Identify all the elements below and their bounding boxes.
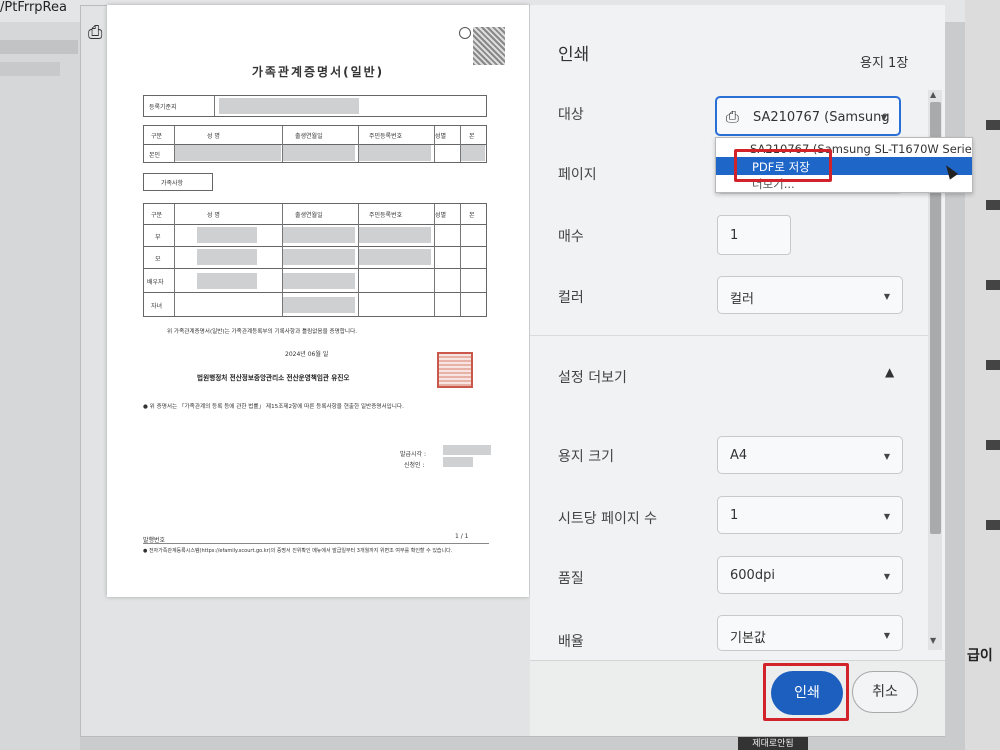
copies-input[interactable]: 1 (717, 215, 791, 255)
panel-title: 인쇄 (558, 45, 590, 65)
header-col-rrn: 주민등록번호 (369, 133, 403, 140)
scale-label: 배율 (558, 634, 584, 650)
header-col-sex: 성별 (435, 133, 447, 140)
header-col-type: 구분 (151, 133, 163, 140)
scroll-down-arrow-icon[interactable]: ▼ (930, 636, 936, 645)
pages-per-sheet-label: 시트당 페이지 수 (558, 511, 658, 527)
family-header-col-rrn: 주민등록번호 (369, 212, 403, 219)
family-header-col-sex: 성별 (435, 212, 447, 219)
family-header-col-name: 성 명 (207, 212, 220, 219)
cancel-button[interactable]: 취소 (852, 671, 918, 713)
section-divider (530, 335, 930, 336)
background-right-text: 급이 (967, 648, 993, 664)
family-row-child: 자녀 (151, 303, 163, 310)
family-header-col-origin: 본 (469, 212, 475, 219)
background-bottom-tag: 제대로안됨 (738, 736, 808, 750)
destination-label: 대상 (558, 107, 584, 123)
more-settings-toggle[interactable]: 설정 더보기 (558, 367, 627, 387)
issue-number-label: 발행번호 (143, 537, 166, 544)
legal-note: ● 위 증명서는 「가족관계의 등록 등에 관한 법률」 제15조제2항에 따른… (143, 404, 404, 410)
highlight-box-print (763, 663, 849, 721)
sheet-count: 용지 1장 (860, 56, 909, 71)
pages-per-sheet-select[interactable]: 1 ▼ (717, 496, 903, 534)
document-title: 가족관계증명서(일반) (251, 65, 385, 79)
scale-select[interactable]: 기본값 ▼ (717, 615, 903, 651)
highlight-box-save-pdf (734, 149, 832, 182)
pages-label: 페이지 (558, 167, 597, 183)
issue-time-label: 발급시각 : (400, 451, 427, 458)
chevron-down-icon: ▼ (883, 572, 890, 581)
color-select[interactable]: 컬러 ▼ (717, 276, 903, 314)
chevron-down-icon: ▼ (883, 292, 890, 301)
printer-icon: ⎙ (88, 22, 103, 43)
quality-label: 품질 (558, 571, 584, 587)
header-col-origin: 본 (469, 133, 475, 140)
family-row-father: 부 (155, 234, 161, 241)
verification-note: ● 전자가족관계등록시스템(https://efamily.scourt.go.… (143, 548, 453, 554)
chevron-up-icon[interactable]: ▲ (885, 365, 894, 379)
paper-size-label: 용지 크기 (558, 449, 614, 465)
chevron-down-icon: ▼ (883, 452, 890, 461)
header-col-birth: 출생연월일 (295, 133, 323, 140)
destination-select[interactable]: ⎙ SA210767 (Samsung ▼ (715, 96, 901, 136)
family-header-col-type: 구분 (151, 212, 163, 219)
background-window-title: /PtFrrpRea (0, 0, 67, 15)
page-number: 1 / 1 (455, 533, 469, 540)
registration-label: 등록기준지 (149, 104, 177, 111)
background-left-pane (0, 22, 80, 750)
self-label: 본인 (149, 152, 161, 159)
qr-code-icon (473, 27, 505, 65)
chevron-down-icon: ▼ (880, 113, 887, 122)
paper-size-select[interactable]: A4 ▼ (717, 436, 903, 474)
family-section-label: 가족사항 (161, 180, 184, 187)
copies-label: 매수 (558, 229, 584, 245)
certify-text: 위 가족관계증명서(일반)는 가족관계등록부의 기록사항과 틀림없음을 증명합니… (167, 329, 358, 335)
family-header-col-birth: 출생연월일 (295, 212, 323, 219)
chevron-down-icon: ▼ (883, 631, 890, 640)
printer-icon: ⎙ (726, 107, 739, 126)
scroll-up-arrow-icon[interactable]: ▲ (930, 90, 936, 99)
chevron-down-icon: ▼ (883, 512, 890, 521)
destination-value: SA210767 (Samsung (753, 110, 890, 125)
copies-value: 1 (730, 228, 739, 243)
issue-date: 2024년 06월 일 (285, 351, 329, 358)
applicant-label: 신청인 : (404, 462, 425, 469)
document-preview-page[interactable]: 가족관계증명서(일반) 등록기준지 구분 성 명 출생연월일 주민등록번호 성별… (107, 5, 529, 597)
header-col-name: 성 명 (207, 133, 220, 140)
background-right-pane (965, 0, 1000, 750)
issuer-name: 법원행정처 전산정보중앙관리소 전산운영책임관 유진오 (197, 374, 350, 382)
family-row-spouse: 배우자 (147, 279, 164, 286)
official-seal-stamp (437, 352, 473, 388)
color-label: 컬러 (558, 290, 584, 306)
quality-select[interactable]: 600dpi ▼ (717, 556, 903, 594)
logo-icon (459, 27, 471, 39)
family-row-mother: 모 (155, 256, 161, 263)
